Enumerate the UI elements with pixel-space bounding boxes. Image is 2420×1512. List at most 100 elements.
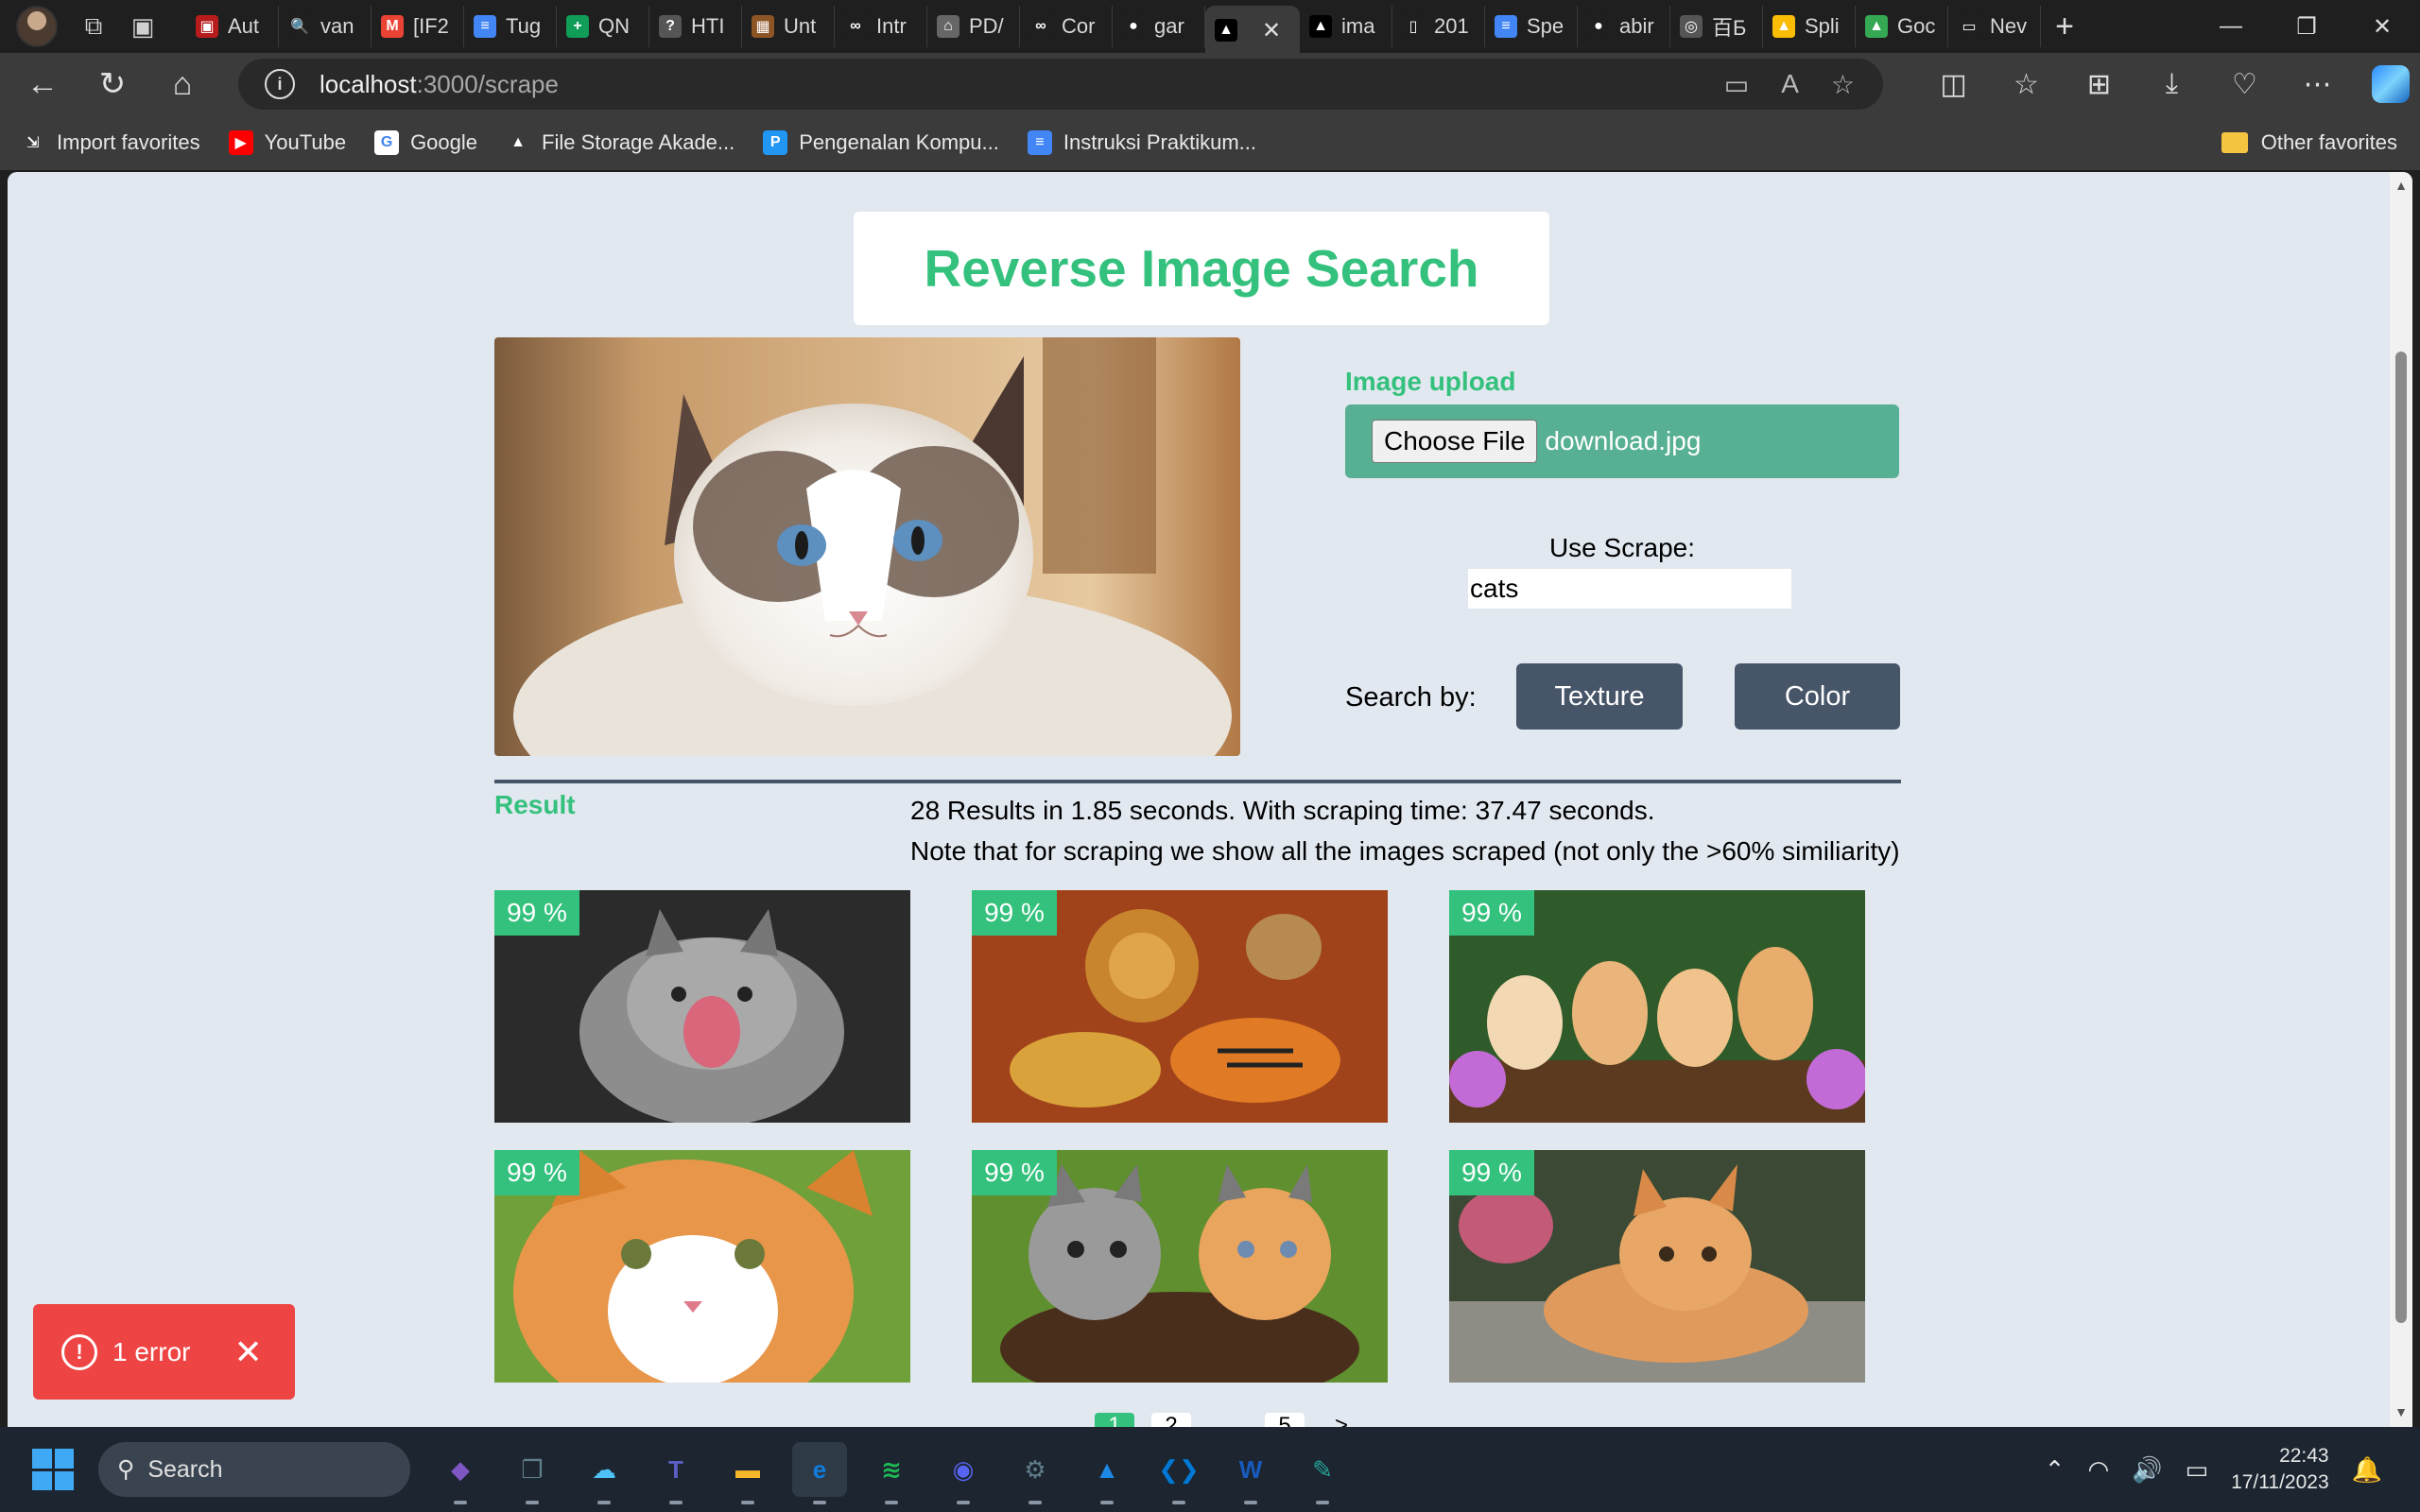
result-card[interactable]: 99 % xyxy=(494,890,910,1123)
browser-tab[interactable]: ▲ Spli xyxy=(1763,6,1856,47)
taskbar-search[interactable]: ⚲ Search xyxy=(98,1442,410,1497)
browser-tab[interactable]: ▲ ✕ xyxy=(1205,6,1300,55)
settings-taskbar-icon[interactable]: ⚙ xyxy=(1008,1442,1063,1504)
notification-bell-icon[interactable]: 🔔 xyxy=(2352,1455,2382,1485)
browser-tab[interactable]: ∞ Cor xyxy=(1020,6,1113,47)
browser-tab[interactable]: M [IF2 xyxy=(372,6,464,47)
favorite-label: Import favorites xyxy=(57,130,200,154)
refresh-icon[interactable]: ↻ xyxy=(81,58,144,111)
downloads-icon[interactable]: ⤓ xyxy=(2135,68,2208,100)
favorite-link[interactable]: ≡ Instruksi Praktikum... xyxy=(1027,130,1256,155)
browser-tab[interactable]: + QN xyxy=(557,6,649,47)
scrape-keyword-input[interactable] xyxy=(1468,569,1791,609)
profile-avatar[interactable] xyxy=(16,6,58,47)
page-link[interactable]: ... xyxy=(1208,1413,1248,1427)
scroll-down-icon[interactable]: ▼ xyxy=(2393,1404,2410,1421)
battery-icon[interactable]: ▭ xyxy=(2186,1455,2209,1485)
favorite-link[interactable]: ⇲ Import favorites xyxy=(21,130,200,155)
texture-search-button[interactable]: Texture xyxy=(1516,663,1683,730)
video-icon[interactable]: ▭ xyxy=(1724,69,1749,100)
file-upload-field[interactable]: Choose File download.jpg xyxy=(1345,404,1899,478)
page-scrollbar[interactable]: ▲ ▼ xyxy=(2390,172,2412,1427)
favorite-link[interactable]: P Pengenalan Kompu... xyxy=(763,130,999,155)
close-tab-icon[interactable]: ✕ xyxy=(1262,17,1281,44)
teams-taskbar-icon[interactable]: T xyxy=(648,1442,703,1504)
result-card[interactable]: 99 % xyxy=(972,1150,1388,1383)
browser-tab[interactable]: ≡ Spe xyxy=(1485,6,1578,47)
result-card[interactable]: 99 % xyxy=(1449,1150,1865,1383)
browser-tab[interactable]: ≡ Tug xyxy=(464,6,557,47)
favorite-label: YouTube xyxy=(264,130,347,154)
browser-tab[interactable]: ? HTI xyxy=(649,6,742,47)
favorite-link[interactable]: ▶ YouTube xyxy=(228,130,347,155)
other-favorites[interactable]: Other favorites xyxy=(2221,115,2397,170)
result-card[interactable]: 99 % xyxy=(1449,890,1865,1123)
result-card[interactable]: 99 % xyxy=(972,890,1388,1123)
favorite-star-icon[interactable]: ☆ xyxy=(1831,69,1855,100)
home-icon[interactable]: ⌂ xyxy=(151,58,214,111)
tab-actions-icon[interactable]: ▣ xyxy=(118,6,167,47)
favorite-link[interactable]: ▲ File Storage Akade... xyxy=(506,130,735,155)
photos-taskbar-icon[interactable]: ▲ xyxy=(1080,1442,1134,1504)
site-info-icon[interactable]: i xyxy=(265,69,295,99)
split-screen-icon[interactable]: ◫ xyxy=(1917,68,1990,101)
wifi-icon[interactable]: ◠ xyxy=(2087,1455,2109,1485)
browser-tab[interactable]: ▦ Unt xyxy=(742,6,835,47)
file-explorer-taskbar-icon[interactable]: ▬ xyxy=(720,1442,775,1504)
error-toast[interactable]: ! 1 error ✕ xyxy=(33,1304,295,1400)
scroll-up-icon[interactable]: ▲ xyxy=(2393,178,2410,195)
edge-taskbar-icon[interactable]: e xyxy=(792,1442,847,1504)
read-aloud-icon[interactable]: A xyxy=(1781,69,1799,99)
title-card: Reverse Image Search xyxy=(854,212,1549,325)
favorite-label: Google xyxy=(410,130,478,154)
page-link[interactable]: 2 xyxy=(1151,1413,1191,1427)
tab-label: abir xyxy=(1619,14,1654,38)
choose-file-button[interactable]: Choose File xyxy=(1372,420,1538,463)
chevron-up-icon[interactable]: ⌃ xyxy=(2045,1455,2066,1485)
workspaces-icon[interactable]: ⧉ xyxy=(69,6,118,47)
page-link[interactable]: 5 xyxy=(1265,1413,1305,1427)
browser-tab[interactable]: ∞ Intr xyxy=(835,6,927,47)
browser-tab[interactable]: ▲ ima xyxy=(1300,6,1392,47)
maximize-button[interactable]: ❐ xyxy=(2269,0,2344,53)
result-card[interactable]: 99 % xyxy=(494,1150,910,1383)
new-tab-button[interactable]: + xyxy=(2041,6,2088,47)
browser-tab[interactable]: ▭ Nev xyxy=(1948,6,2041,47)
copilot-icon[interactable] xyxy=(2354,65,2420,103)
clock[interactable]: 22:43 17/11/2023 xyxy=(2231,1443,2329,1496)
browser-tab[interactable]: ▲ Goc xyxy=(1856,6,1948,47)
volume-icon[interactable]: 🔊 xyxy=(2132,1455,2162,1485)
color-search-button[interactable]: Color xyxy=(1735,663,1900,730)
collections-icon[interactable]: ⊞ xyxy=(2063,68,2135,101)
discord-taskbar-icon[interactable]: ◉ xyxy=(936,1442,991,1504)
taskbar-apps: ◆ ❐ ☁ T ▬ e ≋ ◉ ⚙ ▲ ❮❯ W ✎ xyxy=(433,1442,1350,1504)
start-button[interactable] xyxy=(32,1449,74,1490)
page-link[interactable]: 1 xyxy=(1095,1413,1134,1427)
paint-taskbar-icon[interactable]: ✎ xyxy=(1295,1442,1350,1504)
close-window-button[interactable]: ✕ xyxy=(2344,0,2420,53)
browser-tab[interactable]: ◎ 百Б xyxy=(1670,6,1763,47)
back-icon[interactable]: ← xyxy=(11,58,74,111)
browser-tab[interactable]: 🔍 van xyxy=(279,6,372,47)
scrollbar-thumb[interactable] xyxy=(2395,352,2407,1323)
browser-tab[interactable]: ● gar xyxy=(1113,6,1205,47)
copilot-taskbar-icon[interactable]: ◆ xyxy=(433,1442,488,1504)
page-link[interactable]: > xyxy=(1322,1413,1361,1427)
browser-tab[interactable]: ● abir xyxy=(1578,6,1670,47)
spotify-taskbar-icon[interactable]: ≋ xyxy=(864,1442,919,1504)
task-view-taskbar-icon[interactable]: ❐ xyxy=(505,1442,560,1504)
more-menu-icon[interactable]: ⋯ xyxy=(2281,68,2354,101)
close-toast-icon[interactable]: ✕ xyxy=(233,1332,262,1372)
vscode-taskbar-icon[interactable]: ❮❯ xyxy=(1151,1442,1206,1504)
favorite-link[interactable]: G Google xyxy=(374,130,477,155)
browser-tab[interactable]: ▯ 201 xyxy=(1392,6,1485,47)
favorites-icon[interactable]: ☆ xyxy=(1990,68,2063,101)
browser-tab[interactable]: ▣ Aut xyxy=(186,6,279,47)
weather-taskbar-icon[interactable]: ☁ xyxy=(577,1442,631,1504)
browser-tab[interactable]: ⌂ PD/ xyxy=(927,6,1020,47)
result-heading: Result xyxy=(494,790,576,819)
word-taskbar-icon[interactable]: W xyxy=(1223,1442,1278,1504)
address-bar[interactable]: i localhost:3000/scrape ▭ A ☆ xyxy=(238,59,1883,110)
performance-icon[interactable]: ♡ xyxy=(2208,68,2281,101)
minimize-button[interactable]: — xyxy=(2193,0,2269,53)
